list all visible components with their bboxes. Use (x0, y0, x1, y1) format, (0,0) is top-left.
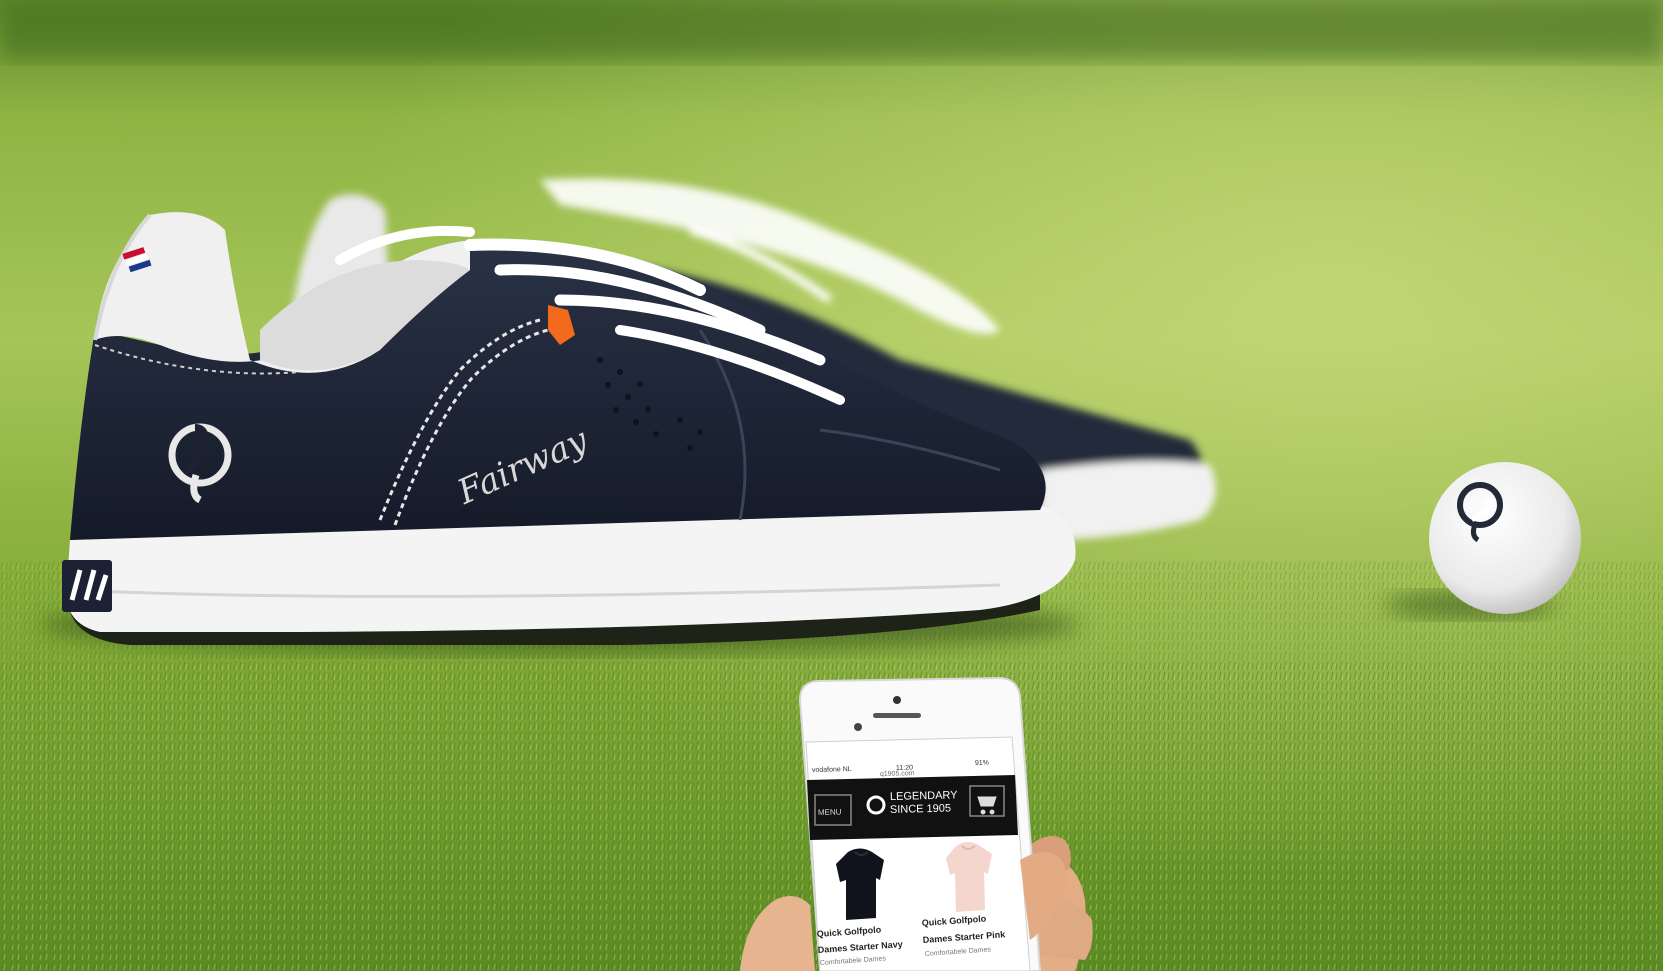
status-battery: 91% (975, 760, 989, 767)
photo-scene: Fairway vodafone NL 11:20 91% q1905.com … (0, 0, 1663, 971)
brand-line-1: LEGENDARY (890, 789, 959, 803)
brand-line-2: SINCE 1905 (890, 803, 951, 816)
phone-url: q1905.com (880, 770, 915, 778)
status-carrier: vodafone NL (812, 766, 852, 774)
golf-shoes-photo: Fairway vodafone NL 11:20 91% q1905.com … (0, 0, 1663, 971)
menu-button[interactable]: MENU (818, 807, 842, 817)
golf-ball (1429, 462, 1581, 614)
